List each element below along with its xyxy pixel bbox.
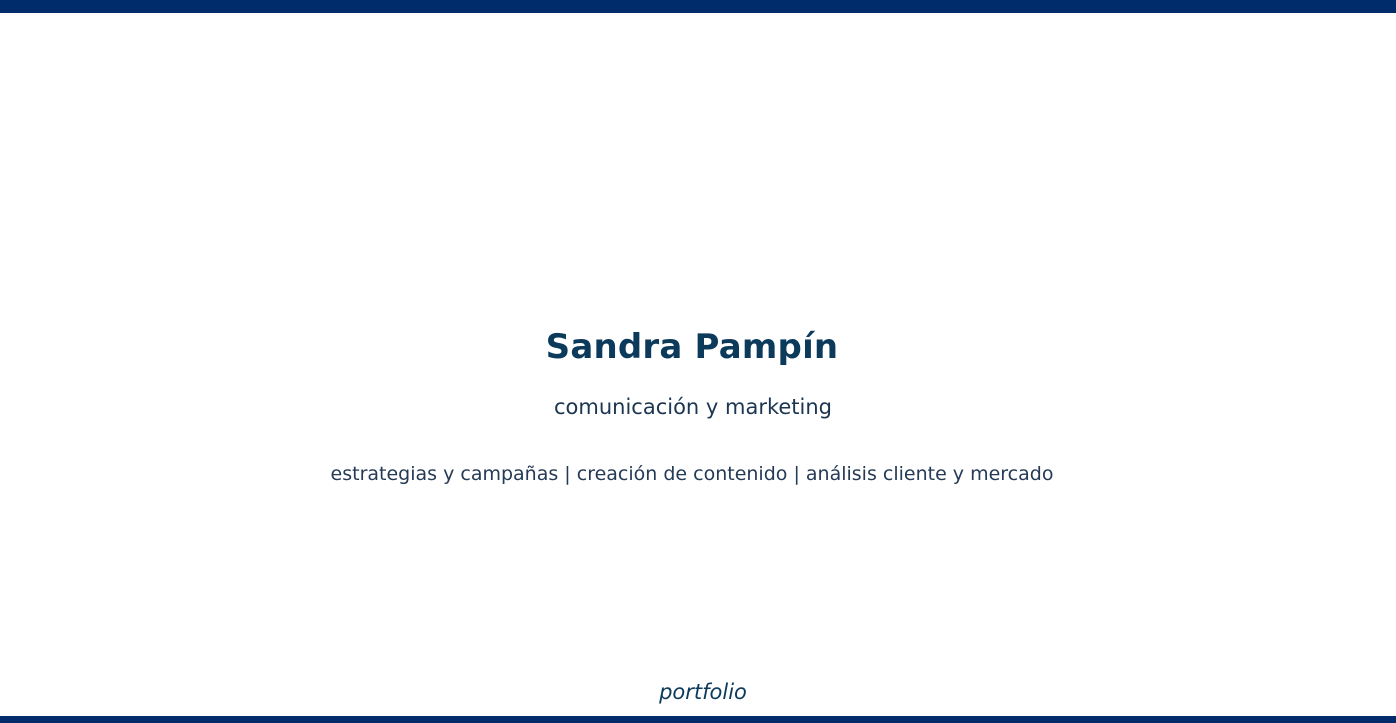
bottom-brand-bar [0, 716, 1396, 723]
portfolio-link[interactable]: portfolio [0, 677, 1396, 707]
top-brand-bar [0, 0, 1396, 13]
services-list: estrategias y campañas | creación de con… [330, 463, 1054, 485]
page-title: Sandra Pampín [545, 327, 839, 367]
tagline: comunicación y marketing [553, 395, 833, 419]
